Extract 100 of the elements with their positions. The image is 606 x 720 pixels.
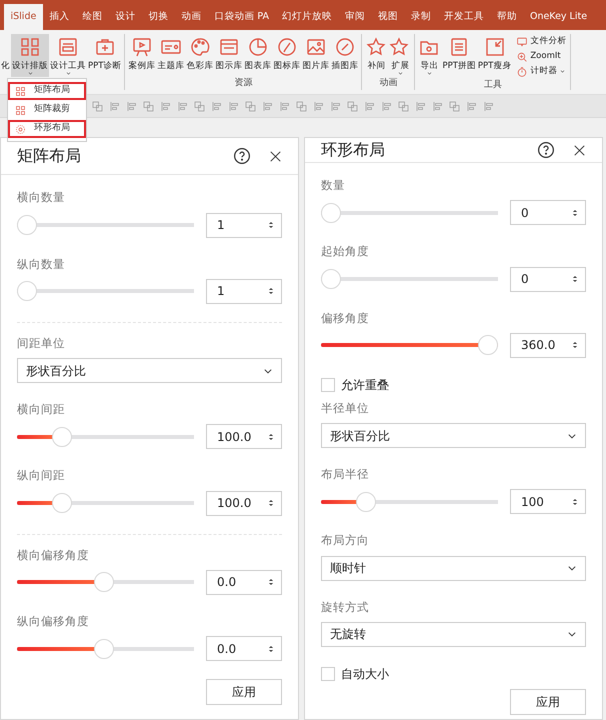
ribbon-button[interactable]: 补间 — [364, 34, 388, 77]
close-icon — [573, 144, 586, 156]
ribbon-button[interactable]: 案例库 — [127, 34, 156, 77]
align-icon — [432, 100, 443, 112]
align-icon — [126, 100, 137, 112]
ribbon-tab[interactable]: 开发工具 — [437, 4, 490, 30]
align-icon — [228, 100, 239, 112]
number-field[interactable]: 0 — [510, 200, 586, 226]
help-button[interactable] — [233, 147, 251, 166]
ribbon-tab[interactable]: iSlide — [4, 4, 43, 30]
squares-icon — [449, 100, 460, 112]
squares-icon — [92, 100, 103, 112]
field-label: 偏移角度 — [321, 310, 370, 326]
ribbon-tab[interactable]: 插入 — [42, 4, 76, 30]
slider-thumb[interactable] — [356, 492, 376, 512]
slider-thumb[interactable] — [321, 269, 341, 289]
ribbon-button[interactable]: 主题库 — [156, 34, 186, 77]
palette-icon — [188, 36, 211, 58]
slider-thumb[interactable] — [17, 215, 37, 235]
easel-icon — [130, 36, 153, 58]
ribbon-tab[interactable]: 动画 — [174, 4, 208, 30]
ribbon-tab[interactable]: 审阅 — [338, 4, 372, 30]
slider-thumb[interactable] — [52, 426, 72, 447]
ribbon-button[interactable]: 图标库 — [272, 34, 302, 77]
ribbon-button[interactable]: 导出 — [417, 34, 442, 79]
ribbon-button[interactable]: 设计工具 — [49, 34, 87, 77]
slider-thumb[interactable] — [321, 202, 341, 223]
ribbon-small-button[interactable]: 文件分析 — [514, 34, 568, 49]
ribbon-button[interactable]: 图表库 — [243, 34, 272, 77]
field-label: 起始角度 — [321, 243, 370, 260]
slider-thumb[interactable] — [17, 281, 37, 302]
ribbon-tab[interactable]: 视图 — [371, 4, 404, 30]
ribbon-tab[interactable]: 口袋动画 PA — [208, 4, 276, 30]
number-field[interactable]: 0.0 — [206, 570, 282, 595]
align-icon — [381, 100, 392, 112]
ribbon-small-button[interactable]: ZoomIt — [514, 49, 568, 64]
ribbon-button[interactable]: 设计排版 — [11, 34, 49, 77]
select-field[interactable]: 顺时针 — [321, 556, 586, 580]
ribbon-tab[interactable]: 幻灯片放映 — [275, 4, 338, 30]
help-icon — [537, 141, 555, 159]
squares-icon — [296, 100, 307, 112]
slider-thumb[interactable] — [52, 493, 72, 513]
menu-item[interactable]: 矩阵布局 — [8, 82, 86, 100]
grid-icon — [19, 36, 41, 58]
number-field[interactable]: 0 — [510, 266, 586, 292]
slider-thumb[interactable] — [478, 335, 498, 356]
ribbon-button[interactable]: PPT诊断 — [87, 34, 122, 77]
panel-title: 矩阵布局 — [17, 145, 82, 168]
align-icon — [415, 100, 426, 112]
apply-button[interactable]: 应用 — [510, 688, 586, 715]
select-field[interactable]: 无旋转 — [321, 622, 586, 647]
ribbon-button[interactable]: 图示库 — [214, 34, 244, 77]
number-field[interactable]: 1 — [206, 278, 282, 304]
group-label: 资源 — [234, 77, 252, 90]
number-field[interactable]: 100.0 — [206, 424, 282, 450]
align-icon — [279, 100, 290, 112]
ribbon-tab[interactable]: 帮助 — [490, 4, 524, 30]
menu-item[interactable]: 环形布局 — [8, 120, 86, 138]
align-icon — [160, 100, 171, 112]
ribbon-button[interactable]: 扩展 — [388, 34, 412, 77]
field-label: 数量 — [321, 177, 346, 194]
number-field[interactable]: 100.0 — [206, 490, 282, 516]
ribbon-tab[interactable]: 切换 — [142, 4, 175, 30]
ribbon-button[interactable]: 图片库 — [301, 34, 330, 77]
number-field[interactable]: 100 — [510, 489, 586, 514]
ribbon-button[interactable]: 插图库 — [330, 34, 360, 77]
number-field[interactable]: 0.0 — [206, 636, 282, 661]
ribbon-tab[interactable]: OneKey Lite — [523, 4, 594, 30]
slider-thumb[interactable] — [94, 572, 114, 592]
help-button[interactable] — [537, 141, 555, 159]
ribbon-small-button[interactable]: 计时器 — [514, 64, 568, 79]
shrink-icon — [484, 36, 506, 58]
close-button[interactable] — [573, 144, 586, 156]
checkbox[interactable] — [321, 378, 335, 392]
group-label: 工具 — [484, 79, 502, 92]
apply-button[interactable]: 应用 — [206, 679, 282, 705]
squares-icon — [143, 100, 154, 112]
number-field[interactable]: 360.0 — [510, 332, 586, 358]
number-field[interactable]: 1 — [206, 212, 282, 238]
ribbon-tab[interactable]: 绘图 — [76, 4, 109, 30]
close-button[interactable] — [269, 150, 282, 163]
grid-icon — [15, 86, 26, 96]
slider-thumb[interactable] — [94, 638, 114, 658]
ribbon-tab[interactable]: 录制 — [404, 4, 438, 30]
ribbon-button[interactable]: PPT拼图 — [441, 34, 477, 79]
pie-chart-icon — [246, 36, 269, 58]
ribbon-button[interactable]: 色彩库 — [185, 34, 214, 77]
align-icon — [364, 100, 375, 112]
close-icon — [269, 150, 282, 163]
field-label: 半径单位 — [321, 400, 370, 417]
align-icon — [483, 100, 494, 112]
align-icon — [313, 100, 324, 112]
select-field[interactable]: 形状百分比 — [321, 423, 586, 448]
checkbox[interactable] — [321, 666, 335, 681]
squares-icon — [194, 100, 205, 112]
ribbon-button[interactable]: 化 — [0, 34, 11, 77]
ribbon-button[interactable]: PPT瘦身 — [476, 34, 512, 79]
field-label: 纵向间距 — [17, 467, 66, 484]
select-field[interactable]: 形状百分比 — [17, 358, 282, 383]
ribbon-tab[interactable]: 设计 — [108, 4, 142, 30]
